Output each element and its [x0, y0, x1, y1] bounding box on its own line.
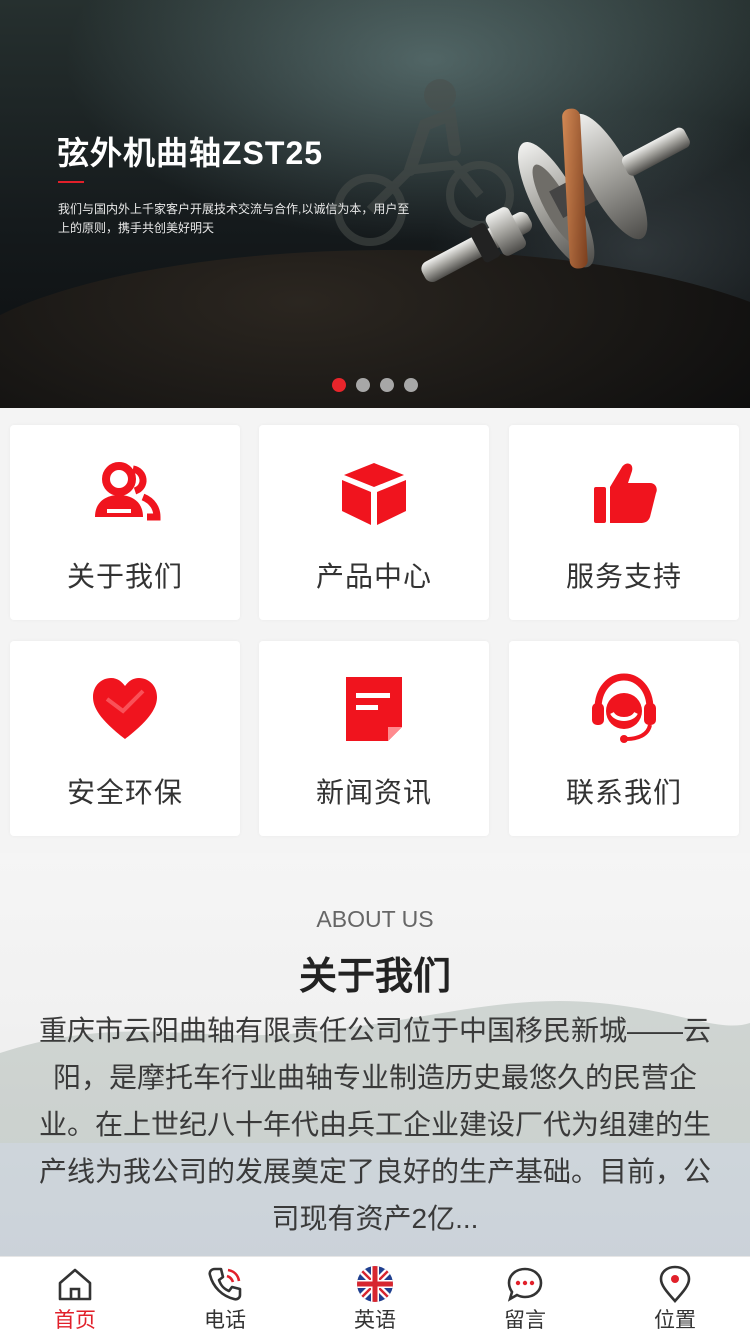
location-icon — [659, 1265, 691, 1303]
home-icon — [58, 1268, 92, 1301]
about-title: 关于我们 — [298, 956, 451, 998]
nav-card-label: 关于我们 — [66, 561, 183, 592]
tab-label: 位置 — [654, 1309, 696, 1332]
uk-flag-icon — [357, 1266, 393, 1302]
bottom-tab-bar: 首页 电话 英语 留言 位置 — [0, 1256, 750, 1335]
users-icon — [95, 462, 161, 521]
nav-card-news[interactable]: 新闻资讯 — [259, 641, 489, 836]
tab-label: 首页 — [54, 1309, 96, 1332]
nav-card-label: 新闻资讯 — [315, 777, 432, 808]
nav-card-safety[interactable]: 安全环保 — [10, 641, 240, 836]
nav-card-label: 服务支持 — [565, 561, 682, 592]
carousel-dot-2[interactable] — [356, 378, 370, 392]
banner-title-underline — [58, 181, 84, 183]
banner-carousel[interactable]: 弦外机曲轴ZST25 我们与国内外上千家客户开展技术交流与合作,以诚信为本，用户… — [0, 0, 750, 408]
tab-label: 英语 — [354, 1309, 396, 1332]
headset-icon — [592, 673, 656, 743]
nav-grid: 关于我们 产品中心 服务支持 安全环保 新闻资讯 联系我们 — [0, 408, 750, 853]
nav-card-label: 安全环保 — [66, 777, 183, 808]
nav-card-label: 产品中心 — [315, 561, 432, 592]
nav-card-products[interactable]: 产品中心 — [259, 425, 489, 620]
nav-card-about[interactable]: 关于我们 — [10, 425, 240, 620]
about-section: ABOUT US 关于我们 重庆市云阳曲轴有限责任公司位于中国移民新城——云阳，… — [0, 853, 750, 1258]
carousel-dot-3[interactable] — [380, 378, 394, 392]
nav-card-label: 联系我们 — [565, 777, 682, 808]
box-icon — [342, 463, 406, 525]
tab-english[interactable]: 英语 — [300, 1257, 450, 1335]
tab-home[interactable]: 首页 — [0, 1257, 150, 1335]
about-description[interactable]: 重庆市云阳曲轴有限责任公司位于中国移民新城——云阳，是摩托车行业曲轴专业制造历史… — [28, 1007, 722, 1242]
tab-label: 电话 — [204, 1309, 246, 1332]
tab-phone[interactable]: 电话 — [150, 1257, 300, 1335]
about-subtitle-en: ABOUT US — [316, 906, 434, 932]
carousel-dot-4[interactable] — [404, 378, 418, 392]
nav-card-contact[interactable]: 联系我们 — [509, 641, 739, 836]
tab-message[interactable]: 留言 — [450, 1257, 600, 1335]
message-icon — [507, 1267, 543, 1302]
tab-location[interactable]: 位置 — [600, 1257, 750, 1335]
crankshaft-image — [421, 108, 690, 283]
banner-title: 弦外机曲轴ZST25 — [57, 135, 324, 171]
thumbs-up-icon — [594, 463, 657, 523]
phone-icon — [208, 1267, 242, 1301]
tab-label: 留言 — [504, 1309, 546, 1332]
heart-icon — [93, 678, 157, 739]
carousel-dot-1[interactable] — [332, 378, 346, 392]
carousel-indicators — [0, 378, 750, 392]
note-icon — [346, 677, 402, 741]
nav-card-service[interactable]: 服务支持 — [509, 425, 739, 620]
banner-description: 我们与国内外上千家客户开展技术交流与合作,以诚信为本，用户至上的原则，携手共创美… — [58, 202, 410, 235]
